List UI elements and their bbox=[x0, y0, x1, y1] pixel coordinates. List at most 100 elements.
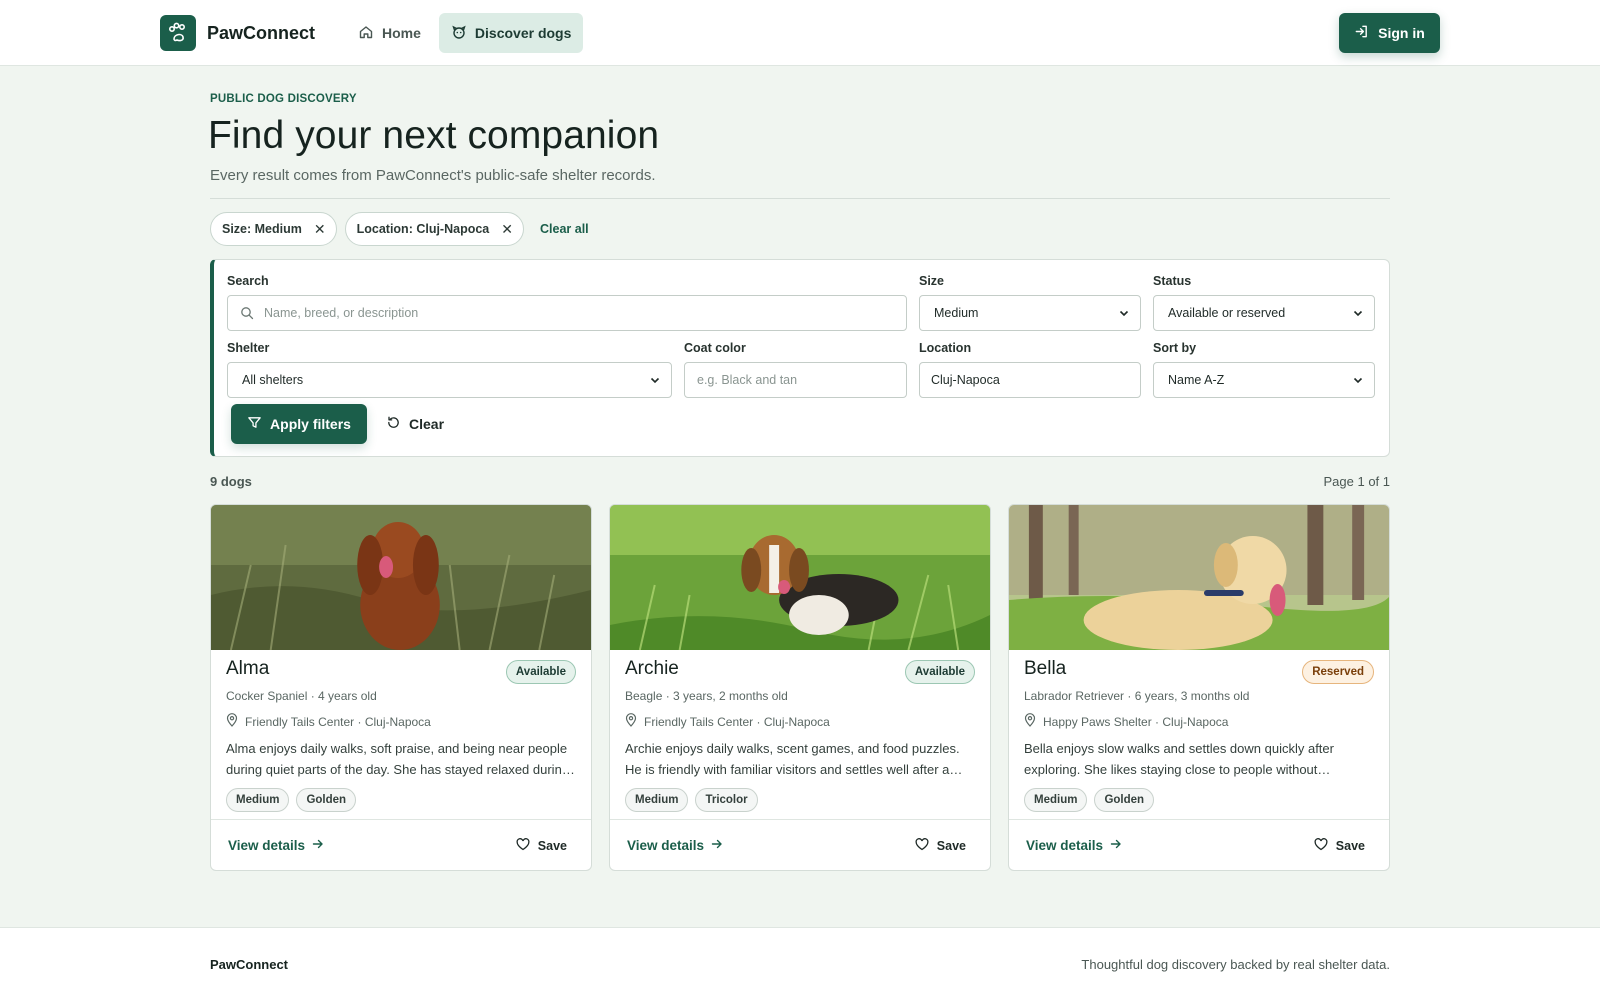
dog-card: Archie Available Beagle · 3 years, 2 mon… bbox=[609, 504, 991, 871]
status-field: Status Available or reserved bbox=[1153, 274, 1375, 331]
chevron-down-icon bbox=[1352, 374, 1364, 389]
shelter-field: Shelter All shelters bbox=[227, 341, 672, 398]
dog-card: Alma Available Cocker Spaniel · 4 years … bbox=[210, 504, 592, 871]
results-count: 9 dogs bbox=[210, 474, 252, 489]
divider bbox=[210, 198, 1390, 199]
filter-panel: Search Name, breed, or description Size … bbox=[210, 259, 1390, 457]
page-subtitle: Every result comes from PawConnect's pub… bbox=[210, 167, 656, 184]
sort-field: Sort by Name A-Z bbox=[1153, 341, 1375, 398]
shelter-value: All shelters bbox=[242, 373, 304, 387]
shelter-select[interactable]: All shelters bbox=[227, 362, 672, 398]
dog-description: Alma enjoys daily walks, soft praise, an… bbox=[226, 741, 570, 777]
filter-chip-size: Size: Medium ✕ bbox=[210, 212, 337, 246]
size-label: Size bbox=[919, 274, 945, 288]
dog-location: Happy Paws Shelter · Cluj-Napoca bbox=[1024, 713, 1228, 730]
status-badge: Available bbox=[505, 660, 576, 684]
view-details-link[interactable]: View details bbox=[228, 838, 324, 853]
dog-location: Friendly Tails Center · Cluj-Napoca bbox=[226, 713, 431, 730]
arrow-right-icon bbox=[1110, 838, 1122, 853]
paw-logo-icon bbox=[160, 15, 196, 51]
view-details-label: View details bbox=[228, 838, 306, 853]
dog-location: Friendly Tails Center · Cluj-Napoca bbox=[625, 713, 830, 730]
dog-photo[interactable] bbox=[1009, 505, 1389, 650]
coat-color-label: Coat color bbox=[684, 341, 746, 355]
map-pin-icon bbox=[625, 713, 637, 730]
dog-breed-age: Labrador Retriever · 6 years, 3 months o… bbox=[1024, 689, 1250, 703]
card-footer: View details Save bbox=[1009, 819, 1389, 870]
shelter-label: Shelter bbox=[227, 341, 270, 355]
dog-description: Bella enjoys slow walks and settles down… bbox=[1024, 741, 1334, 777]
location-value: Cluj-Napoca bbox=[931, 373, 1000, 387]
chip-label: Size: Medium bbox=[222, 222, 302, 236]
view-details-link[interactable]: View details bbox=[1026, 838, 1122, 853]
dog-tags: Medium Golden bbox=[226, 788, 357, 812]
heart-icon bbox=[915, 838, 929, 854]
apply-filters-label: Apply filters bbox=[270, 416, 351, 432]
dog-photo[interactable] bbox=[211, 505, 591, 650]
dog-tags: Medium Golden bbox=[1024, 788, 1155, 812]
brand[interactable]: PawConnect bbox=[160, 15, 315, 51]
card-footer: View details Save bbox=[610, 819, 990, 870]
heart-icon bbox=[516, 838, 530, 854]
coat-color-field: Coat color e.g. Black and tan bbox=[684, 341, 907, 398]
search-field: Search Name, breed, or description bbox=[227, 274, 907, 331]
dog-breed-age: Cocker Spaniel · 4 years old bbox=[226, 689, 377, 703]
dog-name: Archie bbox=[625, 658, 679, 679]
page-title: Find your next companion bbox=[208, 114, 660, 157]
save-button[interactable]: Save bbox=[1314, 838, 1365, 854]
dog-location-text: Friendly Tails Center · Cluj-Napoca bbox=[245, 714, 431, 729]
dog-name: Bella bbox=[1024, 658, 1067, 679]
dog-location-text: Happy Paws Shelter · Cluj-Napoca bbox=[1043, 714, 1229, 729]
view-details-link[interactable]: View details bbox=[627, 838, 723, 853]
nav-home[interactable]: Home bbox=[346, 13, 433, 53]
sort-select[interactable]: Name A-Z bbox=[1153, 362, 1375, 398]
active-filter-chips: Size: Medium ✕ Location: Cluj-Napoca ✕ C… bbox=[210, 212, 589, 246]
close-icon[interactable]: ✕ bbox=[501, 221, 513, 238]
chevron-down-icon bbox=[1118, 307, 1130, 322]
location-field: Location Cluj-Napoca bbox=[919, 341, 1141, 398]
clear-filters-button[interactable]: Clear bbox=[386, 404, 444, 444]
size-select[interactable]: Medium bbox=[919, 295, 1141, 331]
page-indicator: Page 1 of 1 bbox=[1323, 474, 1391, 489]
dog-photo[interactable] bbox=[610, 505, 990, 650]
save-label: Save bbox=[1335, 839, 1365, 853]
nav-discover-dogs[interactable]: Discover dogs bbox=[438, 13, 584, 53]
save-button[interactable]: Save bbox=[915, 838, 966, 854]
dog-tags: Medium Tricolor bbox=[625, 788, 758, 812]
location-label: Location bbox=[919, 341, 972, 355]
search-input[interactable]: Name, breed, or description bbox=[227, 295, 907, 331]
top-navigation-bar: PawConnect Home Discover dogs Sign in bbox=[0, 0, 1600, 66]
search-label: Search bbox=[227, 274, 269, 288]
chevron-down-icon bbox=[649, 374, 661, 389]
search-placeholder: Name, breed, or description bbox=[264, 306, 419, 320]
save-label: Save bbox=[936, 839, 966, 853]
location-input[interactable]: Cluj-Napoca bbox=[919, 362, 1141, 398]
size-field: Size Medium bbox=[919, 274, 1141, 331]
tag: Medium bbox=[625, 788, 689, 812]
clear-all-link[interactable]: Clear all bbox=[540, 222, 589, 236]
view-details-label: View details bbox=[1026, 838, 1104, 853]
arrow-right-icon bbox=[312, 838, 324, 853]
dog-breed-age: Beagle · 3 years, 2 months old bbox=[625, 689, 788, 703]
coat-color-input[interactable]: e.g. Black and tan bbox=[684, 362, 907, 398]
status-label: Status bbox=[1153, 274, 1192, 288]
status-select[interactable]: Available or reserved bbox=[1153, 295, 1375, 331]
filter-icon bbox=[247, 415, 262, 433]
chevron-down-icon bbox=[1352, 307, 1364, 322]
dog-icon bbox=[451, 24, 467, 43]
size-value: Medium bbox=[934, 306, 979, 320]
heart-icon bbox=[1314, 838, 1328, 854]
close-icon[interactable]: ✕ bbox=[314, 221, 326, 238]
apply-filters-button[interactable]: Apply filters bbox=[231, 404, 367, 444]
tag: Medium bbox=[1024, 788, 1088, 812]
arrow-right-icon bbox=[711, 838, 723, 853]
clear-label: Clear bbox=[409, 416, 445, 432]
card-footer: View details Save bbox=[211, 819, 591, 870]
save-button[interactable]: Save bbox=[516, 838, 567, 854]
tag: Golden bbox=[1094, 788, 1155, 812]
nav-home-label: Home bbox=[382, 25, 421, 41]
tag: Tricolor bbox=[695, 788, 758, 812]
status-badge: Reserved bbox=[1302, 660, 1374, 684]
reset-icon bbox=[386, 415, 401, 433]
sign-in-button[interactable]: Sign in bbox=[1339, 13, 1440, 53]
